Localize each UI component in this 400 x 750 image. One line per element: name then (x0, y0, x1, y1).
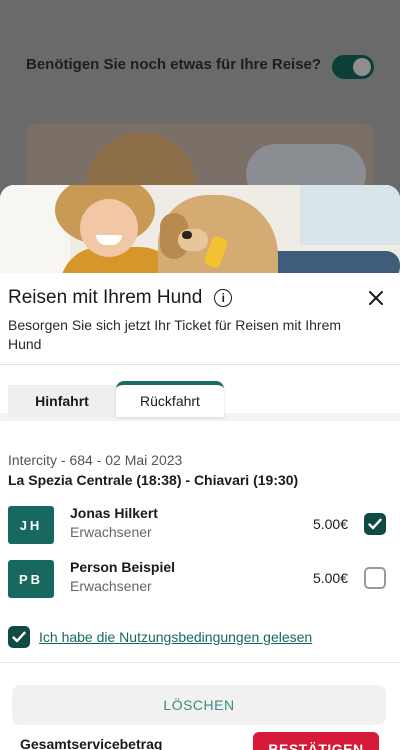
sheet-subtitle: Besorgen Sie sich jetzt Ihr Ticket für R… (8, 317, 342, 352)
background-question: Benötigen Sie noch etwas für Ihre Reise? (26, 56, 322, 73)
passenger-price: 5.00€ (312, 516, 348, 532)
passenger-checkbox-checked[interactable] (364, 513, 386, 535)
route-info: La Spezia Centrale (18:38) - Chiavari (1… (8, 472, 299, 488)
dog-ticket-sheet: Reisen mit Ihrem Hund i Besorgen Sie sic… (0, 185, 400, 750)
hero-image-woman-with-dog (0, 185, 400, 273)
info-icon[interactable]: i (214, 289, 233, 307)
passenger-price: 5.00€ (312, 570, 348, 586)
footer-divider (0, 662, 400, 663)
tab-hinfahrt[interactable]: Hinfahrt (8, 385, 116, 417)
passenger-type: Erwachsener (70, 578, 152, 594)
checkmark-icon (368, 518, 382, 530)
confirm-button[interactable]: BESTÄTIGEN (253, 732, 379, 750)
checkmark-icon (12, 631, 26, 643)
terms-row: Ich habe die Nutzungsbedingungen gelesen (8, 625, 312, 649)
direction-tabs: Hinfahrt Rückfahrt (8, 381, 224, 417)
terms-checkbox[interactable] (8, 626, 30, 648)
passenger-name: Jonas Hilkert (70, 505, 158, 521)
clear-button[interactable]: LÖSCHEN (12, 685, 386, 725)
close-icon[interactable] (364, 286, 388, 310)
header-divider (0, 364, 400, 365)
train-info: Intercity - 684 - 02 Mai 2023 (8, 452, 183, 468)
terms-link[interactable]: Ich habe die Nutzungsbedingungen gelesen (39, 629, 312, 645)
passenger-type: Erwachsener (70, 524, 152, 540)
sheet-header: Reisen mit Ihrem Hund i (8, 286, 390, 310)
background-toggle (332, 55, 374, 79)
tab-rueckfahrt[interactable]: Rückfahrt (116, 381, 224, 417)
avatar: JH (8, 506, 54, 544)
passenger-row: JH Jonas Hilkert Erwachsener 5.00€ (8, 505, 390, 545)
passenger-row: PB Person Beispiel Erwachsener 5.00€ (8, 559, 390, 599)
passenger-checkbox-unchecked[interactable] (364, 567, 386, 589)
total-label: Gesamtservicebetrag (20, 736, 163, 750)
sheet-title: Reisen mit Ihrem Hund (8, 287, 203, 308)
avatar: PB (8, 560, 54, 598)
passenger-name: Person Beispiel (70, 559, 176, 575)
